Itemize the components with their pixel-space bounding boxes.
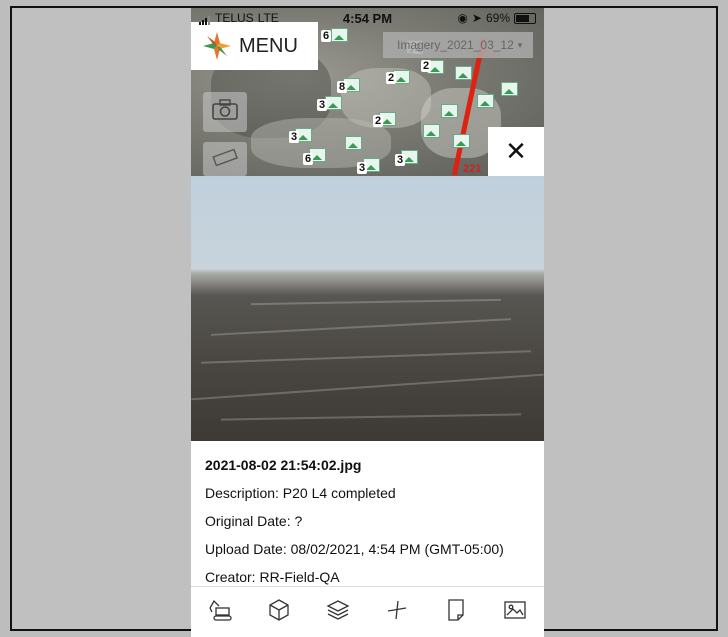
cube-icon: [267, 598, 291, 627]
chevron-down-icon: ▾: [517, 39, 523, 50]
cluster-count[interactable]: 2: [373, 115, 384, 127]
photo-marker[interactable]: [441, 104, 458, 118]
photo-marker[interactable]: [477, 94, 494, 108]
camera-button[interactable]: [203, 92, 247, 132]
cluster-count[interactable]: 2: [421, 60, 432, 72]
battery-percent: 69%: [485, 11, 510, 25]
photo-preview[interactable]: [191, 176, 544, 441]
cluster-count[interactable]: 6: [303, 153, 314, 165]
cluster-count[interactable]: 6: [321, 30, 332, 42]
layer-select[interactable]: Imagery_2021_03_12 ▾: [383, 32, 533, 58]
camera-icon: [212, 98, 238, 126]
close-icon: ✕: [505, 136, 527, 166]
cluster-count[interactable]: 3: [317, 99, 328, 111]
photo-marker[interactable]: [455, 66, 472, 80]
menu-button[interactable]: MENU: [191, 22, 318, 70]
photo-filename: 2021-08-02 21:54:02.jpg: [205, 457, 362, 473]
photo-info: 2021-08-02 21:54:02.jpg Description: P20…: [191, 441, 544, 591]
photo-marker[interactable]: [501, 82, 518, 96]
layer-select-value: Imagery_2021_03_12: [397, 38, 514, 52]
photo-original-date: Original Date: ?: [205, 513, 303, 529]
image-icon: [503, 600, 527, 625]
app-logo-icon: [201, 30, 233, 62]
measure-button[interactable]: [382, 598, 412, 628]
status-bar: TELUS LTE 4:54 PM ◉ ➤ 69%: [191, 8, 544, 28]
ruler-button[interactable]: [203, 142, 247, 176]
photo-marker[interactable]: [423, 124, 440, 138]
battery-icon: [514, 12, 536, 24]
photo-marker[interactable]: [325, 96, 342, 110]
route-label: 221: [463, 163, 482, 175]
cluster-count[interactable]: 8: [337, 81, 348, 93]
cluster-count[interactable]: 3: [395, 154, 406, 166]
photo-marker[interactable]: [453, 134, 470, 148]
measure-icon: [386, 599, 408, 626]
layers-button[interactable]: [323, 598, 353, 628]
excavator-button[interactable]: [205, 598, 235, 628]
cluster-count[interactable]: 2: [386, 72, 397, 84]
phone-screen: 6 2 2 8 2 3 2 3 6 3 3 300 221: [191, 8, 544, 637]
excavator-icon: [207, 598, 233, 627]
bottom-toolbar: [191, 586, 544, 637]
ruler-icon: [212, 148, 238, 171]
menu-label: MENU: [239, 34, 298, 57]
note-button[interactable]: [441, 598, 471, 628]
photo-marker[interactable]: [345, 136, 362, 150]
image-button[interactable]: [500, 598, 530, 628]
photo-description: Description: P20 L4 completed: [205, 485, 396, 501]
photo-upload-date: Upload Date: 08/02/2021, 4:54 PM (GMT-05…: [205, 541, 504, 557]
cluster-count[interactable]: 3: [289, 131, 300, 143]
close-button[interactable]: ✕: [488, 127, 544, 176]
photo-marker[interactable]: [331, 28, 348, 42]
cluster-count[interactable]: 3: [357, 162, 368, 174]
location-icon: ➤: [471, 11, 482, 25]
note-icon: [446, 598, 466, 627]
orientation-lock-icon: ◉: [457, 11, 468, 25]
cube-button[interactable]: [264, 598, 294, 628]
layers-icon: [326, 599, 350, 626]
